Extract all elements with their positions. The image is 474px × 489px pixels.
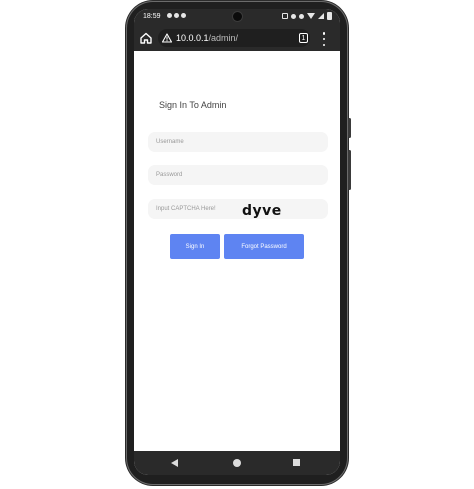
back-icon[interactable] [171, 459, 178, 467]
cast-icon [282, 13, 288, 19]
status-bar: 18:59 [134, 9, 340, 25]
volume-button [348, 150, 351, 190]
sign-in-button[interactable]: Sign In [170, 234, 220, 259]
notification-icon [174, 13, 179, 18]
screen: 18:59 10.0.0.1/admin/ 1 Sign In To Admin… [134, 9, 340, 475]
settings-icon [291, 13, 296, 19]
home-nav-icon[interactable] [233, 459, 241, 467]
front-camera [233, 12, 242, 21]
overflow-menu-icon[interactable] [321, 32, 327, 46]
battery-icon [327, 12, 332, 20]
warning-icon[interactable] [162, 33, 172, 43]
page-title: Sign In To Admin [159, 100, 227, 110]
signal-icon [318, 13, 324, 19]
wifi-icon [307, 13, 315, 19]
forgot-password-button[interactable]: Forgot Password [224, 234, 304, 259]
location-icon [299, 13, 304, 19]
system-nav-bar [134, 451, 340, 475]
home-icon[interactable] [139, 31, 153, 45]
url-host: 10.0.0.1 [176, 33, 209, 43]
username-input[interactable]: Username [148, 132, 328, 152]
notification-icons [167, 13, 186, 18]
recents-icon[interactable] [293, 459, 300, 466]
system-status-icons [282, 12, 332, 20]
notification-icon [181, 13, 186, 18]
captcha-image[interactable]: dyve [242, 203, 282, 219]
tab-switcher-button[interactable]: 1 [299, 33, 308, 43]
address-bar[interactable]: 10.0.0.1/admin/ [158, 29, 310, 47]
login-page: Sign In To Admin Username Password Input… [134, 51, 340, 451]
browser-toolbar: 10.0.0.1/admin/ 1 [134, 25, 340, 51]
status-time: 18:59 [143, 13, 161, 20]
captcha-input[interactable]: Input CAPTCHA Here! [148, 199, 328, 219]
power-button [348, 118, 351, 138]
url-path: /admin/ [208, 33, 239, 43]
password-input[interactable]: Password [148, 165, 328, 185]
notification-icon [167, 13, 172, 18]
